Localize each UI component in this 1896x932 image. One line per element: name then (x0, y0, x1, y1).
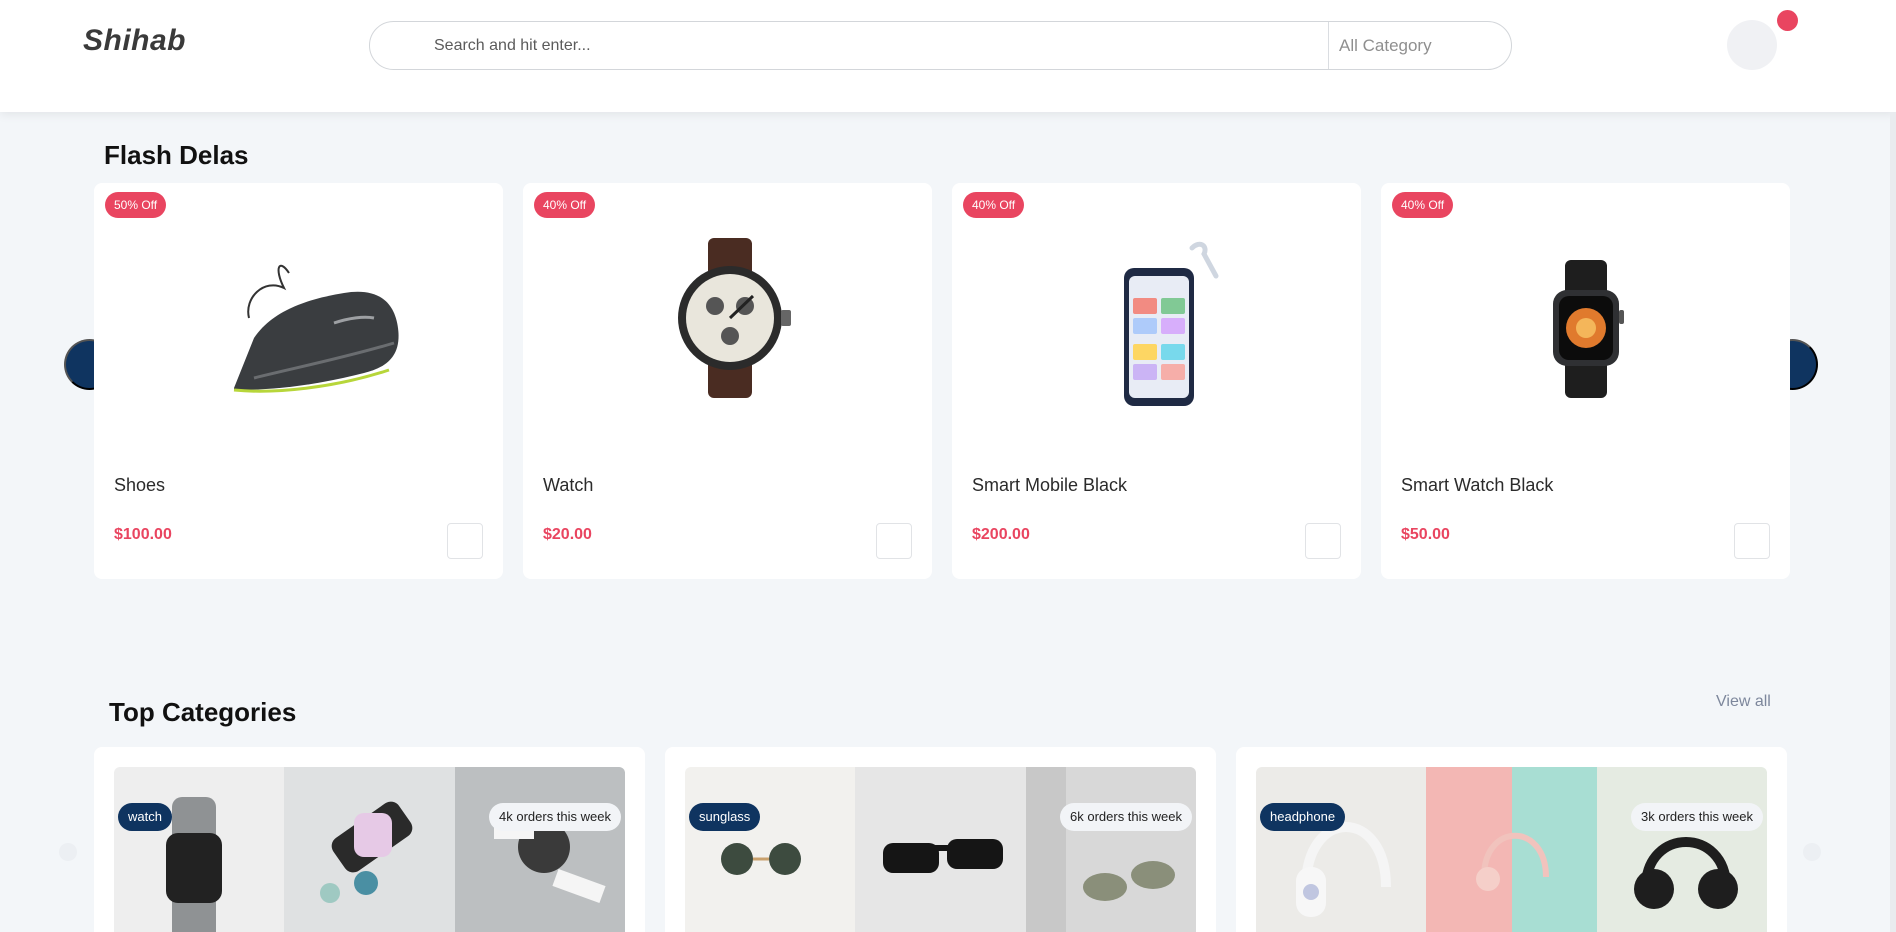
site-header: Shihab All Category (0, 0, 1896, 112)
product-name[interactable]: Watch (543, 475, 593, 496)
page-scrollbar[interactable] (1890, 112, 1896, 932)
category-images: sunglass 6k orders this week (685, 767, 1196, 932)
category-card[interactable]: watch 4k orders this week (94, 747, 645, 932)
discount-badge: 40% Off (534, 192, 596, 218)
product-name[interactable]: Shoes (114, 475, 165, 496)
user-avatar[interactable] (1727, 20, 1777, 70)
sunglass-category-image (685, 767, 1196, 932)
watch-category-image (114, 767, 625, 932)
add-to-cart-button[interactable] (876, 523, 912, 559)
shoe-image (233, 264, 399, 393)
site-logo[interactable]: Shihab (83, 24, 186, 58)
product-price: $50.00 (1401, 526, 1450, 543)
product-name[interactable]: Smart Mobile Black (972, 475, 1127, 496)
category-orders: 4k orders this week (489, 803, 621, 831)
product-price: $100.00 (114, 526, 172, 543)
category-dropdown[interactable]: All Category (1339, 22, 1509, 69)
product-card[interactable]: 40% Off Smart Watch Black $50.00 (1381, 183, 1790, 579)
category-orders: 6k orders this week (1060, 803, 1192, 831)
smartwatch-image (1553, 260, 1624, 398)
flash-deals-title: Flash Delas (104, 140, 249, 170)
search-bar: All Category (369, 21, 1512, 70)
search-divider (1328, 22, 1329, 69)
category-orders: 3k orders this week (1631, 803, 1763, 831)
product-name[interactable]: Smart Watch Black (1401, 475, 1553, 496)
add-to-cart-button[interactable] (1305, 523, 1341, 559)
categories-prev-button[interactable] (59, 843, 77, 861)
category-images: headphone 3k orders this week (1256, 767, 1767, 932)
add-to-cart-button[interactable] (447, 523, 483, 559)
watch-image (678, 238, 791, 398)
categories-next-button[interactable] (1803, 843, 1821, 861)
product-card[interactable]: 50% Off Shoes $100.00 (94, 183, 503, 579)
category-tag: headphone (1260, 803, 1346, 831)
product-card[interactable]: 40% Off Watch $20.00 (523, 183, 932, 579)
discount-badge: 50% Off (105, 192, 167, 218)
product-price: $20.00 (543, 526, 592, 543)
smartphone-image (1124, 241, 1219, 406)
cart-count-badge (1777, 10, 1798, 31)
category-images: watch 4k orders this week (114, 767, 625, 932)
headphone-category-image (1256, 767, 1767, 932)
category-card[interactable]: headphone 3k orders this week (1236, 747, 1787, 932)
category-card[interactable]: sunglass 6k orders this week (665, 747, 1216, 932)
top-categories-title: Top Categories (109, 697, 297, 727)
view-all-link[interactable]: View all (1716, 693, 1771, 711)
discount-badge: 40% Off (1392, 192, 1454, 218)
search-input[interactable] (434, 22, 1434, 69)
add-to-cart-button[interactable] (1734, 523, 1770, 559)
product-price: $200.00 (972, 526, 1030, 543)
category-tag: watch (118, 803, 172, 831)
discount-badge: 40% Off (963, 192, 1025, 218)
product-card[interactable]: 40% Off Smart Mobile Black $200.00 (952, 183, 1361, 579)
category-tag: sunglass (689, 803, 761, 831)
